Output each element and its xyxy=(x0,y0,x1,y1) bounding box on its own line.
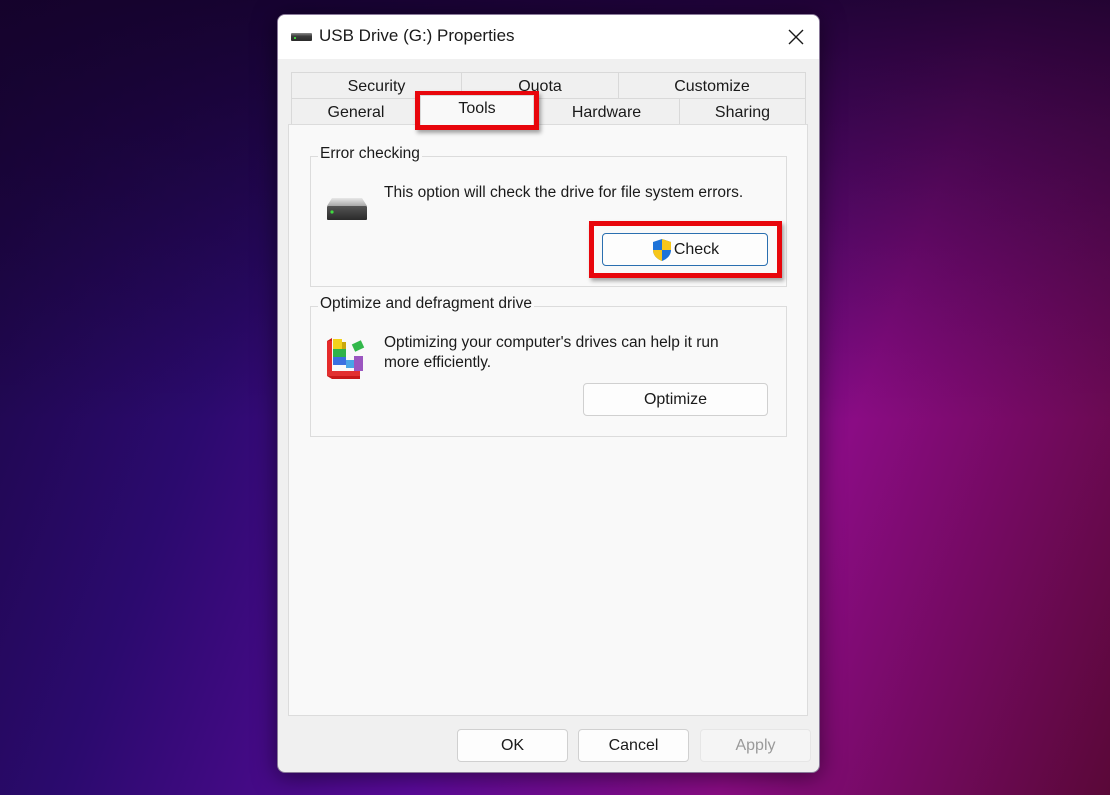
ok-button[interactable]: OK xyxy=(457,729,568,762)
error-checking-group: Error checking This option will check th… xyxy=(310,145,787,287)
tab-label: Tools xyxy=(458,100,496,117)
apply-button-label: Apply xyxy=(735,736,776,754)
usb-drive-icon xyxy=(291,33,312,41)
tab-customize[interactable]: Customize xyxy=(618,72,806,99)
error-checking-description: This option will check the drive for fil… xyxy=(384,184,744,201)
tab-hardware[interactable]: Hardware xyxy=(533,98,680,125)
tab-label: Security xyxy=(347,78,406,95)
tab-label: Sharing xyxy=(714,104,771,121)
ok-button-label: OK xyxy=(500,736,525,754)
group-title: Error checking xyxy=(318,145,422,163)
cancel-button-label: Cancel xyxy=(608,736,659,754)
tab-label: Customize xyxy=(674,78,750,95)
tab-general[interactable]: General xyxy=(291,98,421,125)
tab-sharing[interactable]: Sharing xyxy=(679,98,806,125)
close-icon xyxy=(788,29,804,45)
apply-button[interactable]: Apply xyxy=(700,729,811,762)
optimize-description: Optimizing your computer's drives can he… xyxy=(384,334,719,371)
title-bar[interactable]: USB Drive (G:) Properties xyxy=(278,15,819,59)
tab-label: Quota xyxy=(518,78,562,95)
check-button[interactable]: Check xyxy=(602,233,768,266)
tab-label: General xyxy=(327,104,385,121)
cancel-button[interactable]: Cancel xyxy=(578,729,689,762)
hard-drive-icon xyxy=(327,198,367,220)
optimize-button-label: Optimize xyxy=(643,390,708,408)
group-title: Optimize and defragment drive xyxy=(318,295,534,313)
close-button[interactable] xyxy=(773,15,819,59)
check-button-label: Check xyxy=(673,240,720,258)
tab-tools[interactable]: Tools xyxy=(420,95,534,125)
window-title: USB Drive (G:) Properties xyxy=(319,26,515,45)
tab-label: Hardware xyxy=(571,104,642,121)
defragment-icon xyxy=(327,338,365,379)
optimize-group: Optimize and defragment drive Optimizing… xyxy=(310,295,787,437)
tools-tab-panel: Error checking This option will check th… xyxy=(288,124,808,716)
optimize-button[interactable]: Optimize xyxy=(583,383,768,416)
uac-shield-icon xyxy=(652,238,671,261)
properties-dialog: USB Drive (G:) Properties Security Quota… xyxy=(277,14,820,773)
